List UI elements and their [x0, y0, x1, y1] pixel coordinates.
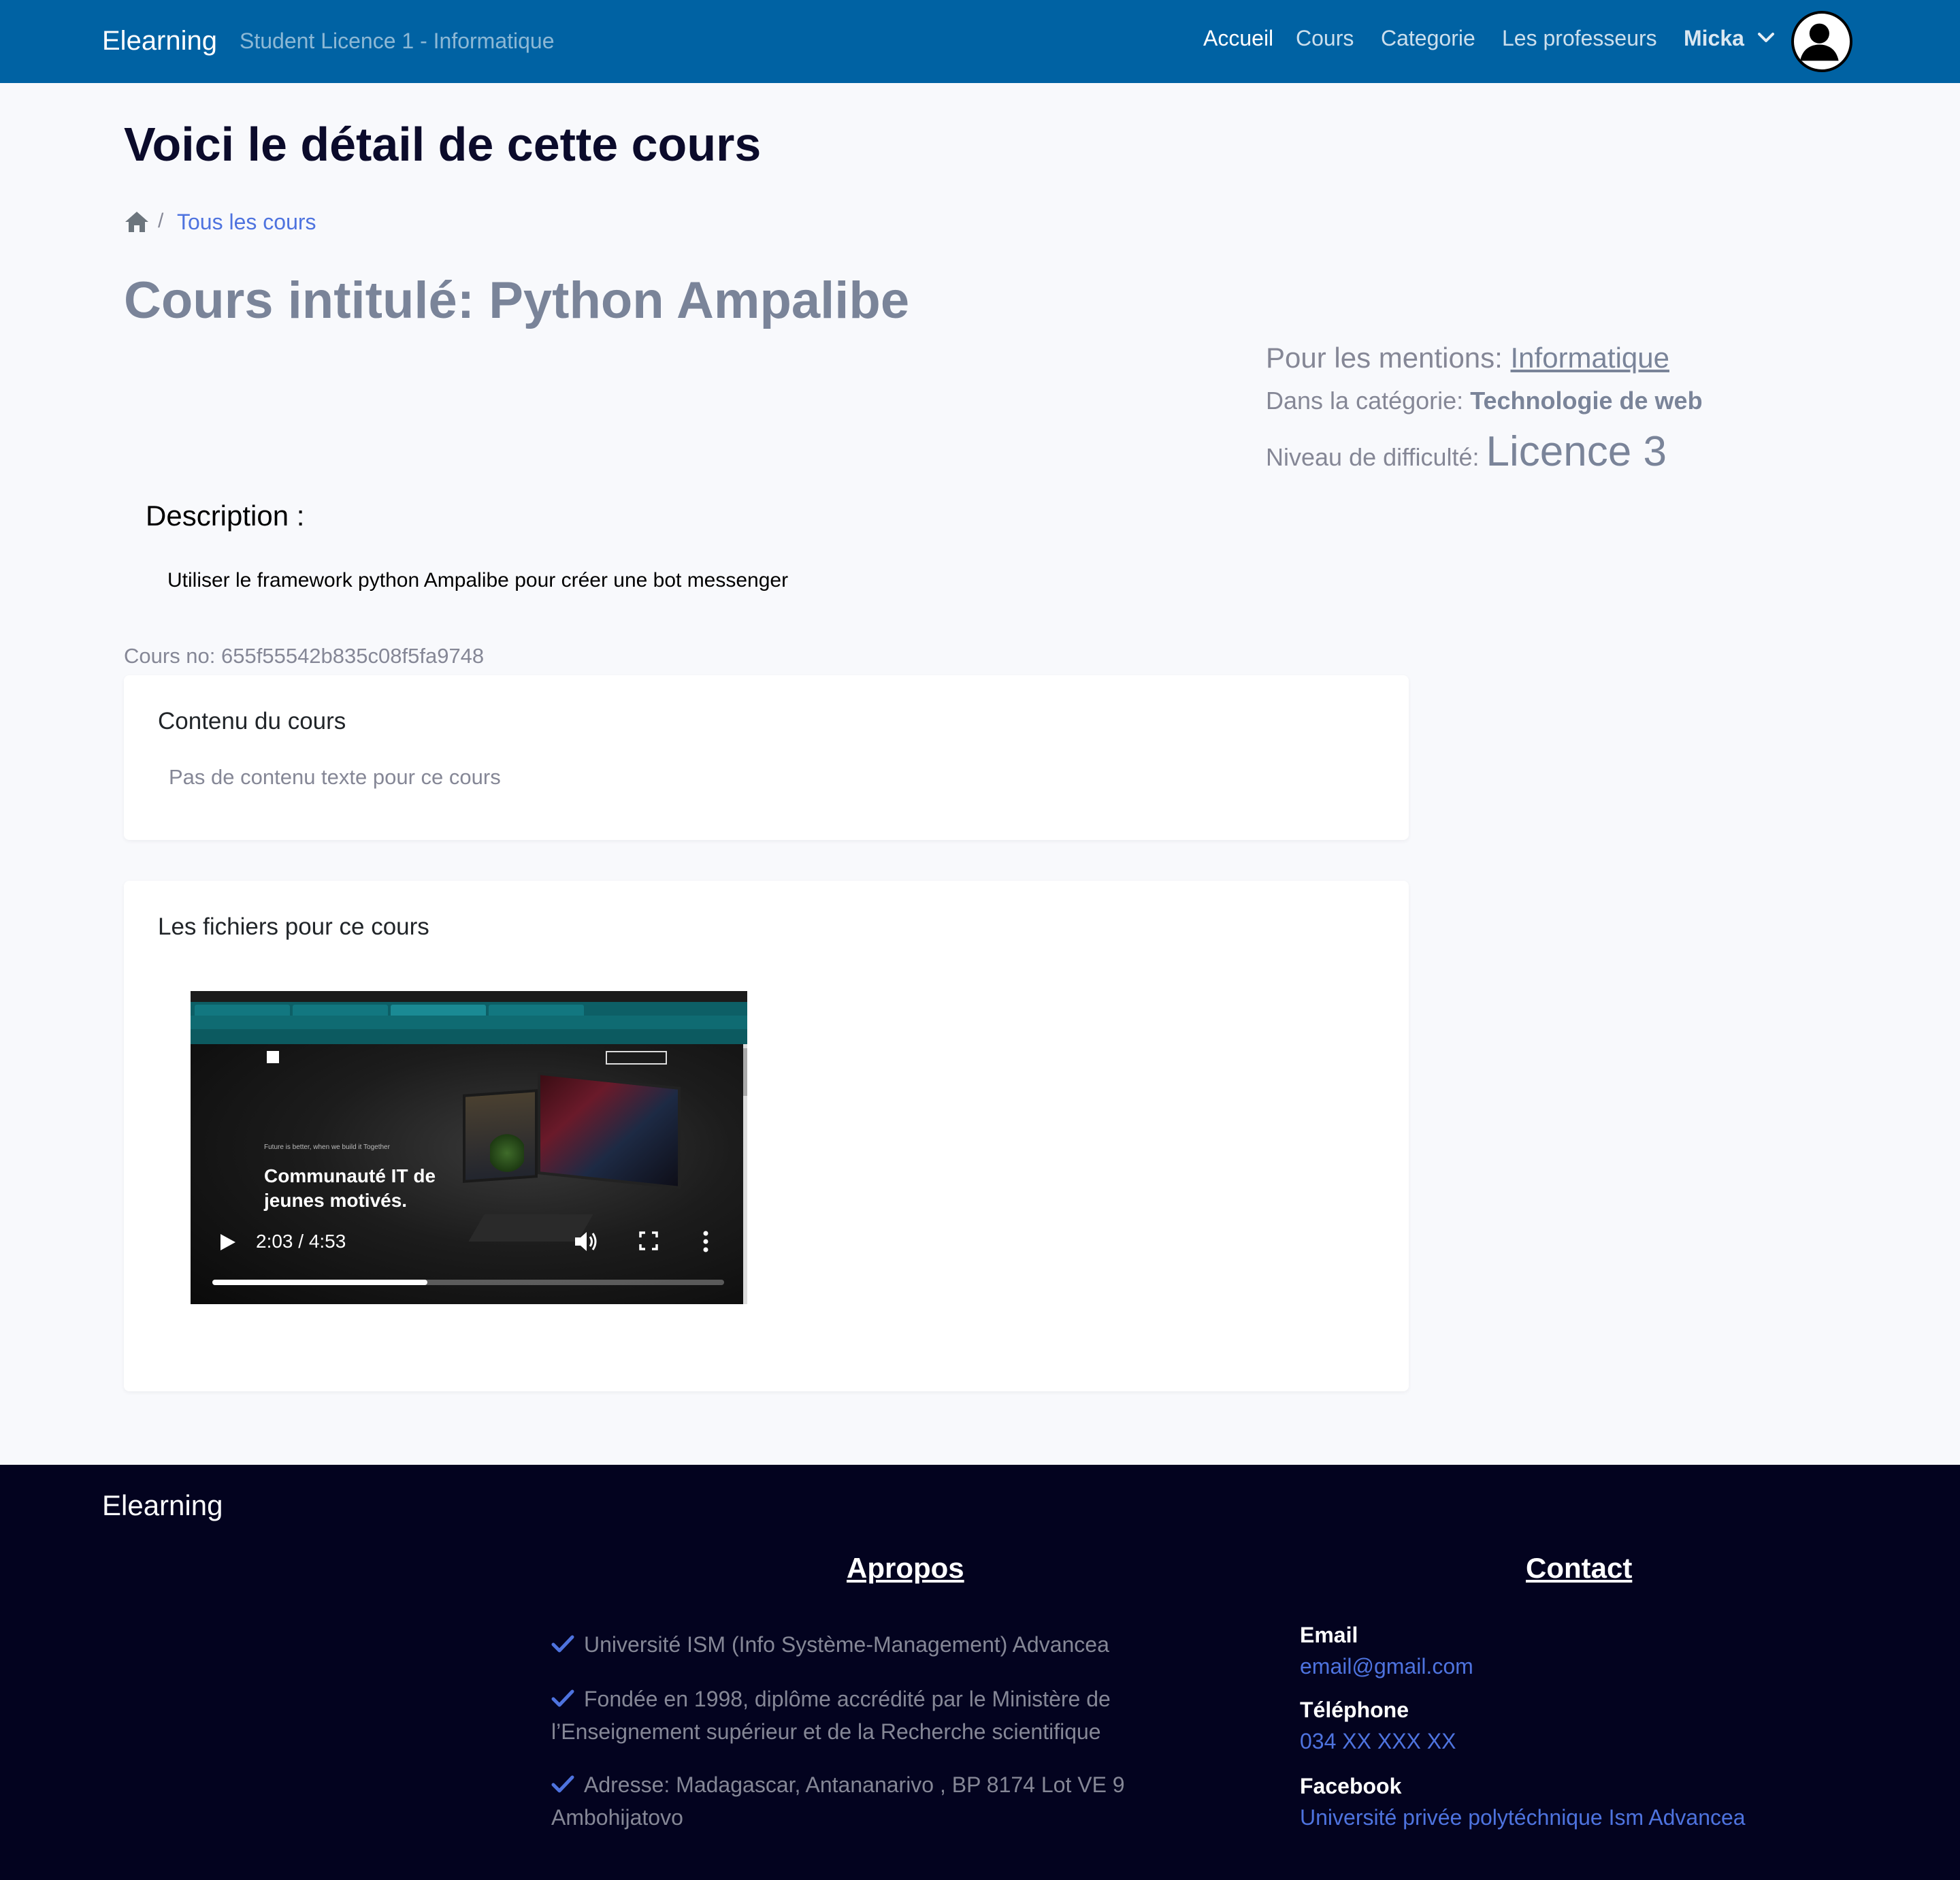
video-frame-browser-tabs [191, 1002, 747, 1016]
contact-facebook-label: Facebook [1300, 1774, 1402, 1798]
course-title: Cours intitulé: Python Ampalibe [124, 272, 910, 329]
video-frame-tagline: Future is better, when we build it Toget… [264, 1144, 390, 1151]
navbar-brand[interactable]: Elearning [102, 26, 217, 56]
course-category: Dans la catégorie: Technologie de web [1266, 387, 1703, 415]
level-label: Niveau de difficulté: [1266, 443, 1480, 471]
contact-facebook-link[interactable]: Université privée polytéchnique Ism Adva… [1300, 1805, 1746, 1830]
chevron-down-icon[interactable] [1756, 27, 1776, 48]
level-value: Licence 3 [1486, 428, 1667, 475]
video-frame-scrollbar-thumb [743, 1048, 747, 1096]
footer-apropos-heading: Apropos [847, 1552, 964, 1584]
files-card-title: Les fichiers pour ce cours [158, 913, 429, 940]
more-options-icon[interactable] [701, 1229, 710, 1254]
course-number: Cours no: 655f55542b835c08f5fa9748 [124, 644, 485, 668]
video-frame-bookmarks [191, 1029, 747, 1044]
mentions-link[interactable]: Informatique [1511, 342, 1669, 374]
apropos-item: Adresse: Madagascar, Antananarivo , BP 8… [551, 1772, 1125, 1830]
contact-email-label: Email [1300, 1623, 1358, 1647]
breadcrumb-link-tous-les-cours[interactable]: Tous les cours [177, 210, 316, 235]
page-title: Voici le détail de cette cours [124, 118, 762, 171]
video-player[interactable]: Future is better, when we build it Toget… [191, 991, 747, 1304]
volume-icon[interactable] [573, 1229, 599, 1254]
nav-link-professeurs[interactable]: Les professeurs [1502, 26, 1657, 51]
check-icon [551, 1775, 574, 1793]
user-avatar-icon[interactable] [1791, 11, 1852, 72]
home-icon[interactable] [124, 210, 150, 234]
video-frame-website: Future is better, when we build it Toget… [191, 1044, 743, 1304]
course-content-card: Contenu du cours Pas de contenu texte po… [124, 675, 1409, 840]
video-progress-bar[interactable] [212, 1280, 724, 1285]
nav-link-categorie[interactable]: Categorie [1381, 26, 1475, 51]
description-text: Utiliser le framework python Ampalibe po… [167, 569, 789, 591]
video-frame-os-bar [191, 991, 747, 1002]
category-label: Dans la catégorie: [1266, 387, 1464, 415]
contact-email-link[interactable]: email@gmail.com [1300, 1654, 1473, 1679]
category-value: Technologie de web [1470, 387, 1703, 415]
navbar-subtitle: Student Licence 1 - Informatique [240, 29, 555, 53]
course-mentions: Pour les mentions: Informatique [1266, 342, 1669, 374]
apropos-item: Université ISM (Info Système-Management)… [551, 1628, 1150, 1661]
contact-phone-label: Téléphone [1300, 1698, 1409, 1722]
video-progress-fill [212, 1280, 427, 1285]
content-card-title: Contenu du cours [158, 708, 346, 734]
contact-phone-link[interactable]: 034 XX XXX XX [1300, 1729, 1456, 1754]
footer-brand[interactable]: Elearning [102, 1489, 223, 1522]
footer: Elearning Apropos Contact Université ISM… [0, 1465, 1960, 1880]
video-time: 2:03 / 4:53 [256, 1231, 346, 1252]
top-navbar: Elearning Student Licence 1 - Informatiq… [0, 0, 1960, 83]
video-frame-headline-line2: jeunes motivés. [264, 1190, 408, 1211]
content-empty-text: Pas de contenu texte pour ce cours [169, 765, 501, 789]
footer-contact-heading: Contact [1526, 1552, 1633, 1584]
mentions-label: Pour les mentions: [1266, 342, 1503, 374]
video-frame-headline-line1: Communauté IT de [264, 1165, 436, 1186]
play-icon[interactable] [218, 1232, 237, 1252]
video-frame-headline: Communauté IT de jeunes motivés. [264, 1164, 436, 1213]
user-menu-name[interactable]: Micka [1684, 26, 1744, 51]
nav-link-cours[interactable]: Cours [1296, 26, 1354, 51]
breadcrumb-separator: / [158, 210, 164, 232]
course-files-card: Les fichiers pour ce cours Future is bet… [124, 881, 1409, 1391]
fullscreen-icon[interactable] [638, 1231, 659, 1251]
apropos-item: Fondée en 1998, diplôme accrédité par le… [551, 1687, 1111, 1744]
check-icon [551, 1635, 574, 1653]
check-icon [551, 1689, 574, 1707]
description-heading: Description : [146, 500, 305, 532]
nav-link-accueil[interactable]: Accueil [1203, 26, 1273, 51]
course-level: Niveau de difficulté: Licence 3 [1266, 427, 1667, 476]
video-frame-url-bar [191, 1016, 747, 1029]
